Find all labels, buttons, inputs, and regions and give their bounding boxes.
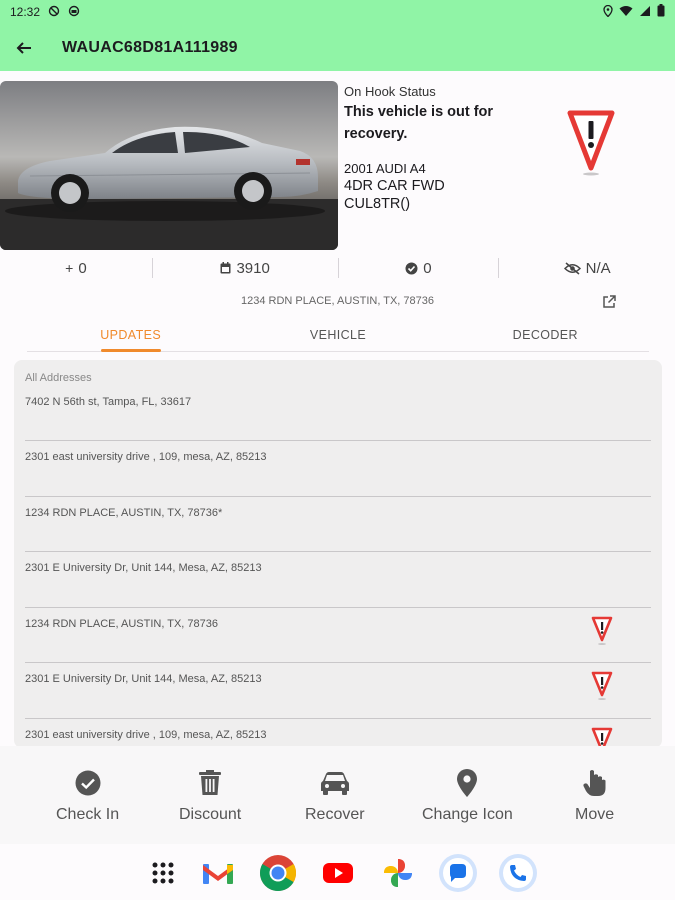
stat-visibility-value: N/A [585, 259, 611, 277]
address-text: 2301 E University Dr, Unit 144, Mesa, AZ… [25, 562, 262, 574]
address-rows: 7402 N 56th st, Tampa, FL, 33617 2301 eas… [25, 384, 651, 748]
check-in-label: Check In [56, 806, 120, 823]
address-list[interactable]: All Addresses 7402 N 56th st, Tampa, FL,… [14, 360, 662, 748]
vehicle-info: On Hook Status This vehicle is out for r… [344, 84, 554, 212]
notification-app-icon [68, 5, 80, 20]
check-in-button[interactable]: Check In [56, 768, 119, 824]
chrome-icon[interactable] [258, 853, 298, 893]
hand-pointer-icon [580, 768, 610, 798]
address-text: 2301 east university drive , 109, mesa, … [25, 451, 267, 463]
address-list-item[interactable]: 2301 E University Dr, Unit 144, Mesa, AZ… [25, 552, 651, 608]
eye-off-icon [563, 261, 581, 275]
stat-days-value: 3910 [236, 259, 270, 277]
gmail-icon[interactable] [198, 853, 238, 893]
vehicle-body: 4DR CAR FWD [344, 178, 445, 194]
move-button[interactable]: Move [575, 768, 614, 824]
vehicle-year-make-model: 2001 AUDI A4 [344, 161, 426, 176]
stat-days[interactable]: 3910 [153, 260, 338, 277]
map-pin-icon [452, 768, 482, 798]
check-circle-icon [405, 262, 418, 275]
change-icon-label: Change Icon [422, 806, 513, 823]
discount-label: Discount [179, 806, 242, 823]
address-text: 1234 RDN PLACE, AUSTIN, TX, 78736 [25, 617, 218, 630]
address-text: 7402 N 56th st, Tampa, FL, 33617 [25, 396, 192, 408]
address-list-item[interactable]: 2301 E University Dr, Unit 144, Mesa, AZ… [25, 663, 651, 719]
recover-label: Recover [305, 806, 365, 823]
address-list-header: All Addresses [25, 372, 92, 384]
address-text: 1234 RDN PLACE, AUSTIN, TX, 78736* [25, 506, 223, 519]
battery-icon [657, 4, 665, 20]
messages-icon[interactable] [438, 853, 478, 893]
stat-checked[interactable]: 0 [339, 260, 499, 277]
vehicle-plate: CUL8TR() [344, 196, 411, 212]
address-list-item[interactable]: 1234 RDN PLACE, AUSTIN, TX, 78736 [25, 608, 651, 663]
status-bar: 12:32 [0, 0, 675, 24]
do-not-disturb-icon [48, 5, 60, 20]
stat-checked-value: 0 [423, 259, 432, 277]
wifi-icon [619, 5, 633, 20]
stats-row: + 0 3910 0 N/A [0, 255, 675, 281]
youtube-icon[interactable] [318, 853, 358, 893]
tab-vehicle[interactable]: VEHICLE [234, 318, 441, 351]
address-list-item[interactable]: 7402 N 56th st, Tampa, FL, 33617 [25, 384, 651, 441]
photos-icon[interactable] [378, 853, 418, 893]
app-drawer-icon[interactable] [143, 853, 183, 893]
status-time: 12:32 [10, 5, 41, 19]
warning-yield-icon [591, 727, 613, 748]
plus-icon: + [65, 260, 74, 276]
trash-icon [195, 768, 225, 798]
tab-updates[interactable]: UPDATES [27, 318, 234, 352]
warning-yield-icon [591, 616, 613, 646]
app-bar: WAUAC68D81A111989 [0, 24, 675, 71]
address-list-item[interactable]: 2301 east university drive , 109, mesa, … [25, 441, 651, 497]
check-circle-icon [73, 768, 103, 798]
back-arrow-icon[interactable] [12, 36, 36, 60]
tab-decoder[interactable]: DECODER [442, 318, 649, 351]
address-list-item[interactable]: 1234 RDN PLACE, AUSTIN, TX, 78736* [25, 497, 651, 552]
address-list-item[interactable]: 2301 east university drive , 109, mesa, … [25, 719, 651, 748]
stat-added-value: 0 [78, 259, 87, 277]
warning-yield-icon [591, 671, 613, 701]
status-text: This vehicle is out for recovery. [344, 104, 494, 142]
vin-title: WAUAC68D81A111989 [62, 38, 238, 56]
discount-button[interactable]: Discount [179, 768, 241, 824]
tab-bar: UPDATES VEHICLE DECODER [27, 318, 649, 352]
signal-icon [639, 5, 651, 20]
recover-button[interactable]: Recover [305, 768, 365, 824]
open-external-icon[interactable] [602, 295, 618, 311]
calendar-icon [220, 262, 231, 274]
status-label: On Hook Status [344, 84, 436, 99]
address-text: 2301 east university drive , 109, mesa, … [25, 728, 267, 741]
vehicle-photo [0, 81, 338, 250]
current-address[interactable]: 1234 RDN PLACE, AUSTIN, TX, 78736 [0, 295, 675, 311]
location-icon [603, 4, 613, 20]
address-text: 2301 E University Dr, Unit 144, Mesa, AZ… [25, 673, 262, 685]
move-label: Move [575, 806, 615, 823]
on-hook-warning-icon [566, 108, 616, 178]
stat-added[interactable]: + 0 [0, 260, 152, 277]
stat-visibility[interactable]: N/A [499, 260, 675, 277]
change-icon-button[interactable]: Change Icon [422, 768, 513, 824]
car-icon [320, 768, 350, 798]
phone-icon[interactable] [498, 853, 538, 893]
